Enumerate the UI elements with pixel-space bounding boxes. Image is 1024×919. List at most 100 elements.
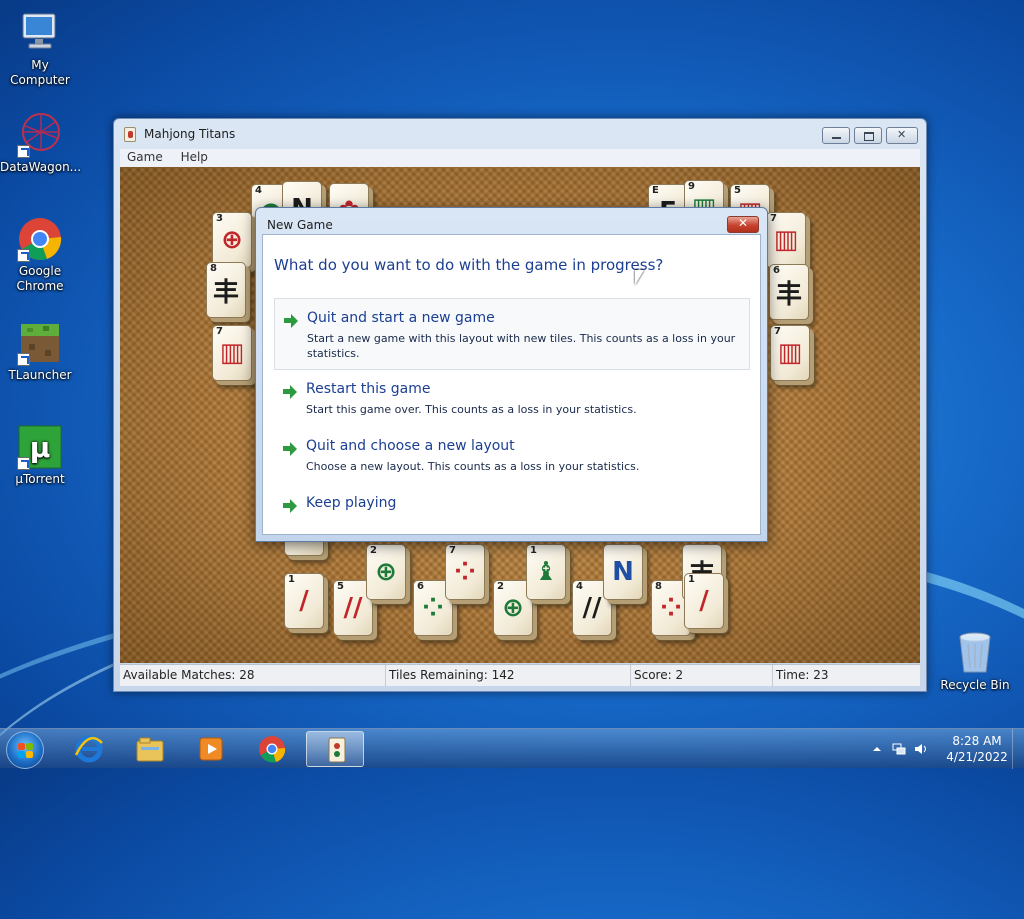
mahjong-tile[interactable]: 8丰 <box>206 262 246 318</box>
taskbar-file-explorer[interactable] <box>121 731 179 767</box>
tile-number: 6 <box>417 581 424 592</box>
mahjong-tile[interactable]: 7 ▥ <box>212 325 252 381</box>
system-tray: 8:28 AM 4/21/2022 <box>866 729 1024 769</box>
tile-symbol-icon: ⁘ <box>660 593 682 623</box>
option-description: Start this game over. This counts as a l… <box>306 403 637 416</box>
chrome-icon <box>17 216 63 262</box>
clock-time: 8:28 AM <box>952 734 1002 748</box>
tile-symbol-icon: ⊕ <box>375 557 397 587</box>
tile-symbol-icon: / <box>699 586 709 616</box>
tile-symbol-icon: // <box>582 593 602 623</box>
mahjong-tile[interactable]: 7 ⁘ <box>445 544 485 600</box>
status-bar: Available Matches: 28 Tiles Remaining: 1… <box>120 664 920 687</box>
status-score: Score: 2 <box>631 665 773 687</box>
datawagon-icon <box>17 112 63 158</box>
desktop-icon-datawagon[interactable]: DataWagon... <box>0 112 81 175</box>
tlauncher-icon <box>17 320 63 366</box>
mahjong-tile[interactable]: 1/ <box>284 573 324 629</box>
tile-symbol-icon: ▥ <box>777 338 803 368</box>
menu-bar: Game Help <box>120 149 920 167</box>
tile-number: 5 <box>734 185 741 196</box>
option-label: Quit and choose a new layout <box>306 438 515 454</box>
tile-number: 8 <box>655 581 662 592</box>
maximize-button[interactable] <box>854 127 882 144</box>
mahjong-tile[interactable]: 6丰 <box>769 264 809 320</box>
desktop-icon-google-chrome[interactable]: Google Chrome <box>0 216 80 294</box>
taskbar-internet-explorer[interactable] <box>60 731 118 767</box>
status-tiles-remaining: Tiles Remaining: 142 <box>386 665 631 687</box>
mahjong-tile[interactable]: 7 ▥ <box>770 325 810 381</box>
tile-symbol-icon: ⊕ <box>502 593 524 623</box>
desktop-icon-recycle-bin[interactable]: Recycle Bin <box>935 630 1015 693</box>
utorrent-icon: µ <box>17 424 63 470</box>
show-desktop-button[interactable] <box>1012 729 1024 769</box>
minimize-button[interactable] <box>822 127 850 144</box>
option-description: Start a new game with this layout with n… <box>307 332 736 360</box>
mahjong-tile[interactable]: 7 ▥ <box>766 212 806 268</box>
tile-symbol-icon: 丰 <box>212 277 239 308</box>
green-arrow-icon <box>284 314 298 328</box>
taskbar-mahjong-titans[interactable] <box>306 731 364 767</box>
desktop-icon-my-computer[interactable]: My Computer <box>0 10 80 88</box>
tile-number: 8 <box>210 263 217 274</box>
tile-number: 2 <box>497 581 504 592</box>
network-icon[interactable] <box>892 742 906 756</box>
desktop-icon-label: My Computer <box>10 58 70 87</box>
option-quit-start-new-game[interactable]: Quit and start a new game Start a new ga… <box>274 298 750 370</box>
mahjong-tile[interactable]: 1/ <box>684 573 724 629</box>
mahjong-titans-icon <box>321 736 351 764</box>
tile-number: 4 <box>255 185 262 196</box>
tile-number: 7 <box>216 326 223 337</box>
option-label: Quit and start a new game <box>307 310 495 326</box>
windows-logo-icon <box>18 743 34 759</box>
tile-number: 3 <box>216 213 223 224</box>
tile-number: 4 <box>576 581 583 592</box>
clock-date: 4/21/2022 <box>946 750 1008 764</box>
menu-help[interactable]: Help <box>174 149 215 165</box>
tile-number: 9 <box>688 181 695 192</box>
tile-number: 1 <box>530 545 537 556</box>
tile-symbol-icon: ▥ <box>219 338 245 368</box>
mahjong-tile[interactable]: N <box>603 544 643 600</box>
dialog-title: New Game <box>267 218 333 232</box>
mahjong-tile[interactable]: 3 ⊕ <box>212 212 252 268</box>
menu-game[interactable]: Game <box>120 149 170 165</box>
option-label: Keep playing <box>306 495 397 511</box>
tray-expand-icon[interactable] <box>870 742 884 756</box>
taskbar-clock[interactable]: 8:28 AM 4/21/2022 <box>942 733 1012 765</box>
tile-symbol-icon: / <box>299 586 309 616</box>
svg-text:µ: µ <box>30 431 51 464</box>
taskbar-media-player[interactable] <box>182 731 240 767</box>
green-arrow-icon <box>283 499 297 513</box>
internet-explorer-icon <box>74 735 104 763</box>
chrome-icon <box>257 735 287 763</box>
shortcut-arrow-icon <box>17 145 30 158</box>
mahjong-tile[interactable]: 1 ♝ <box>526 544 566 600</box>
option-label: Restart this game <box>306 381 431 397</box>
shortcut-arrow-icon <box>17 249 30 262</box>
tile-number: 7 <box>770 213 777 224</box>
status-available-matches: Available Matches: 28 <box>120 665 386 687</box>
window-titlebar[interactable]: Mahjong Titans <box>114 119 926 149</box>
desktop-icon-label: Recycle Bin <box>940 678 1010 692</box>
volume-icon[interactable] <box>914 742 928 756</box>
green-arrow-icon <box>283 442 297 456</box>
option-keep-playing[interactable]: Keep playing <box>274 484 750 528</box>
taskbar-chrome[interactable] <box>243 731 301 767</box>
mahjong-app-icon <box>124 127 136 142</box>
tile-symbol-icon: 丰 <box>775 279 802 310</box>
new-game-dialog: New Game What do you want to do with the… <box>255 207 768 542</box>
mahjong-tile[interactable]: 2 ⊕ <box>366 544 406 600</box>
close-button[interactable] <box>886 127 918 144</box>
option-description: Choose a new layout. This counts as a lo… <box>306 460 640 473</box>
desktop-icon-label: Google Chrome <box>16 264 64 293</box>
start-button[interactable] <box>6 731 44 769</box>
tile-number: E <box>652 185 659 196</box>
dialog-body: What do you want to do with the game in … <box>262 234 761 535</box>
dialog-close-button[interactable] <box>727 216 759 233</box>
tile-number: 1 <box>288 574 295 585</box>
tile-number: 7 <box>449 545 456 556</box>
desktop-icon-tlauncher[interactable]: TLauncher <box>0 320 80 383</box>
desktop-icon-utorrent[interactable]: µ µTorrent <box>0 424 80 487</box>
tile-number: 1 <box>688 574 695 585</box>
